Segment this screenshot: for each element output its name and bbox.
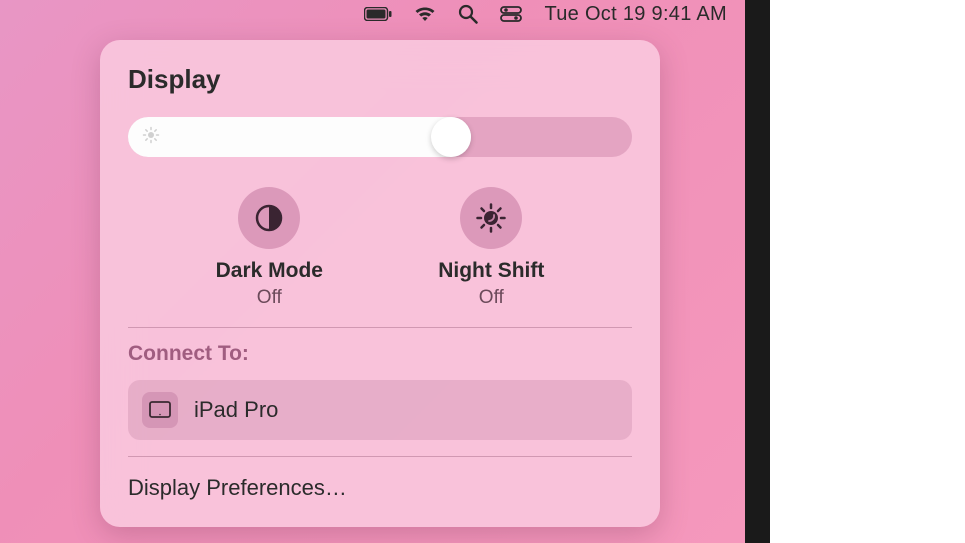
panel-title: Display — [128, 64, 632, 95]
brightness-slider-thumb[interactable] — [431, 117, 471, 157]
brightness-slider-fill — [128, 117, 471, 157]
brightness-low-icon — [142, 126, 160, 149]
divider — [128, 327, 632, 328]
control-center-icon[interactable] — [500, 6, 522, 22]
dark-mode-toggle[interactable]: Dark Mode Off — [216, 187, 323, 309]
toggle-row: Dark Mode Off Night Shift Off — [128, 187, 632, 309]
menubar-datetime[interactable]: Tue Oct 19 9:41 AM — [544, 3, 727, 26]
dark-mode-status: Off — [257, 287, 282, 309]
night-shift-label: Night Shift — [438, 259, 544, 283]
device-ipad-pro[interactable]: iPad Pro — [128, 380, 632, 440]
screen-bezel — [745, 0, 770, 543]
brightness-slider[interactable] — [128, 117, 632, 157]
display-panel: Display Dark Mode Off Night Shift Off Co… — [100, 40, 660, 527]
offscreen-area — [770, 0, 965, 543]
night-shift-icon — [460, 187, 522, 249]
wifi-icon[interactable] — [414, 6, 436, 22]
connect-to-label: Connect To: — [128, 342, 632, 366]
divider — [128, 456, 632, 457]
display-preferences-link[interactable]: Display Preferences… — [128, 471, 632, 505]
battery-icon[interactable] — [364, 7, 392, 21]
night-shift-toggle[interactable]: Night Shift Off — [438, 187, 544, 309]
dark-mode-icon — [238, 187, 300, 249]
ipad-icon — [142, 392, 178, 428]
device-name: iPad Pro — [194, 397, 278, 423]
spotlight-icon[interactable] — [458, 4, 478, 24]
menubar: Tue Oct 19 9:41 AM — [0, 0, 745, 28]
night-shift-status: Off — [479, 287, 504, 309]
dark-mode-label: Dark Mode — [216, 259, 323, 283]
